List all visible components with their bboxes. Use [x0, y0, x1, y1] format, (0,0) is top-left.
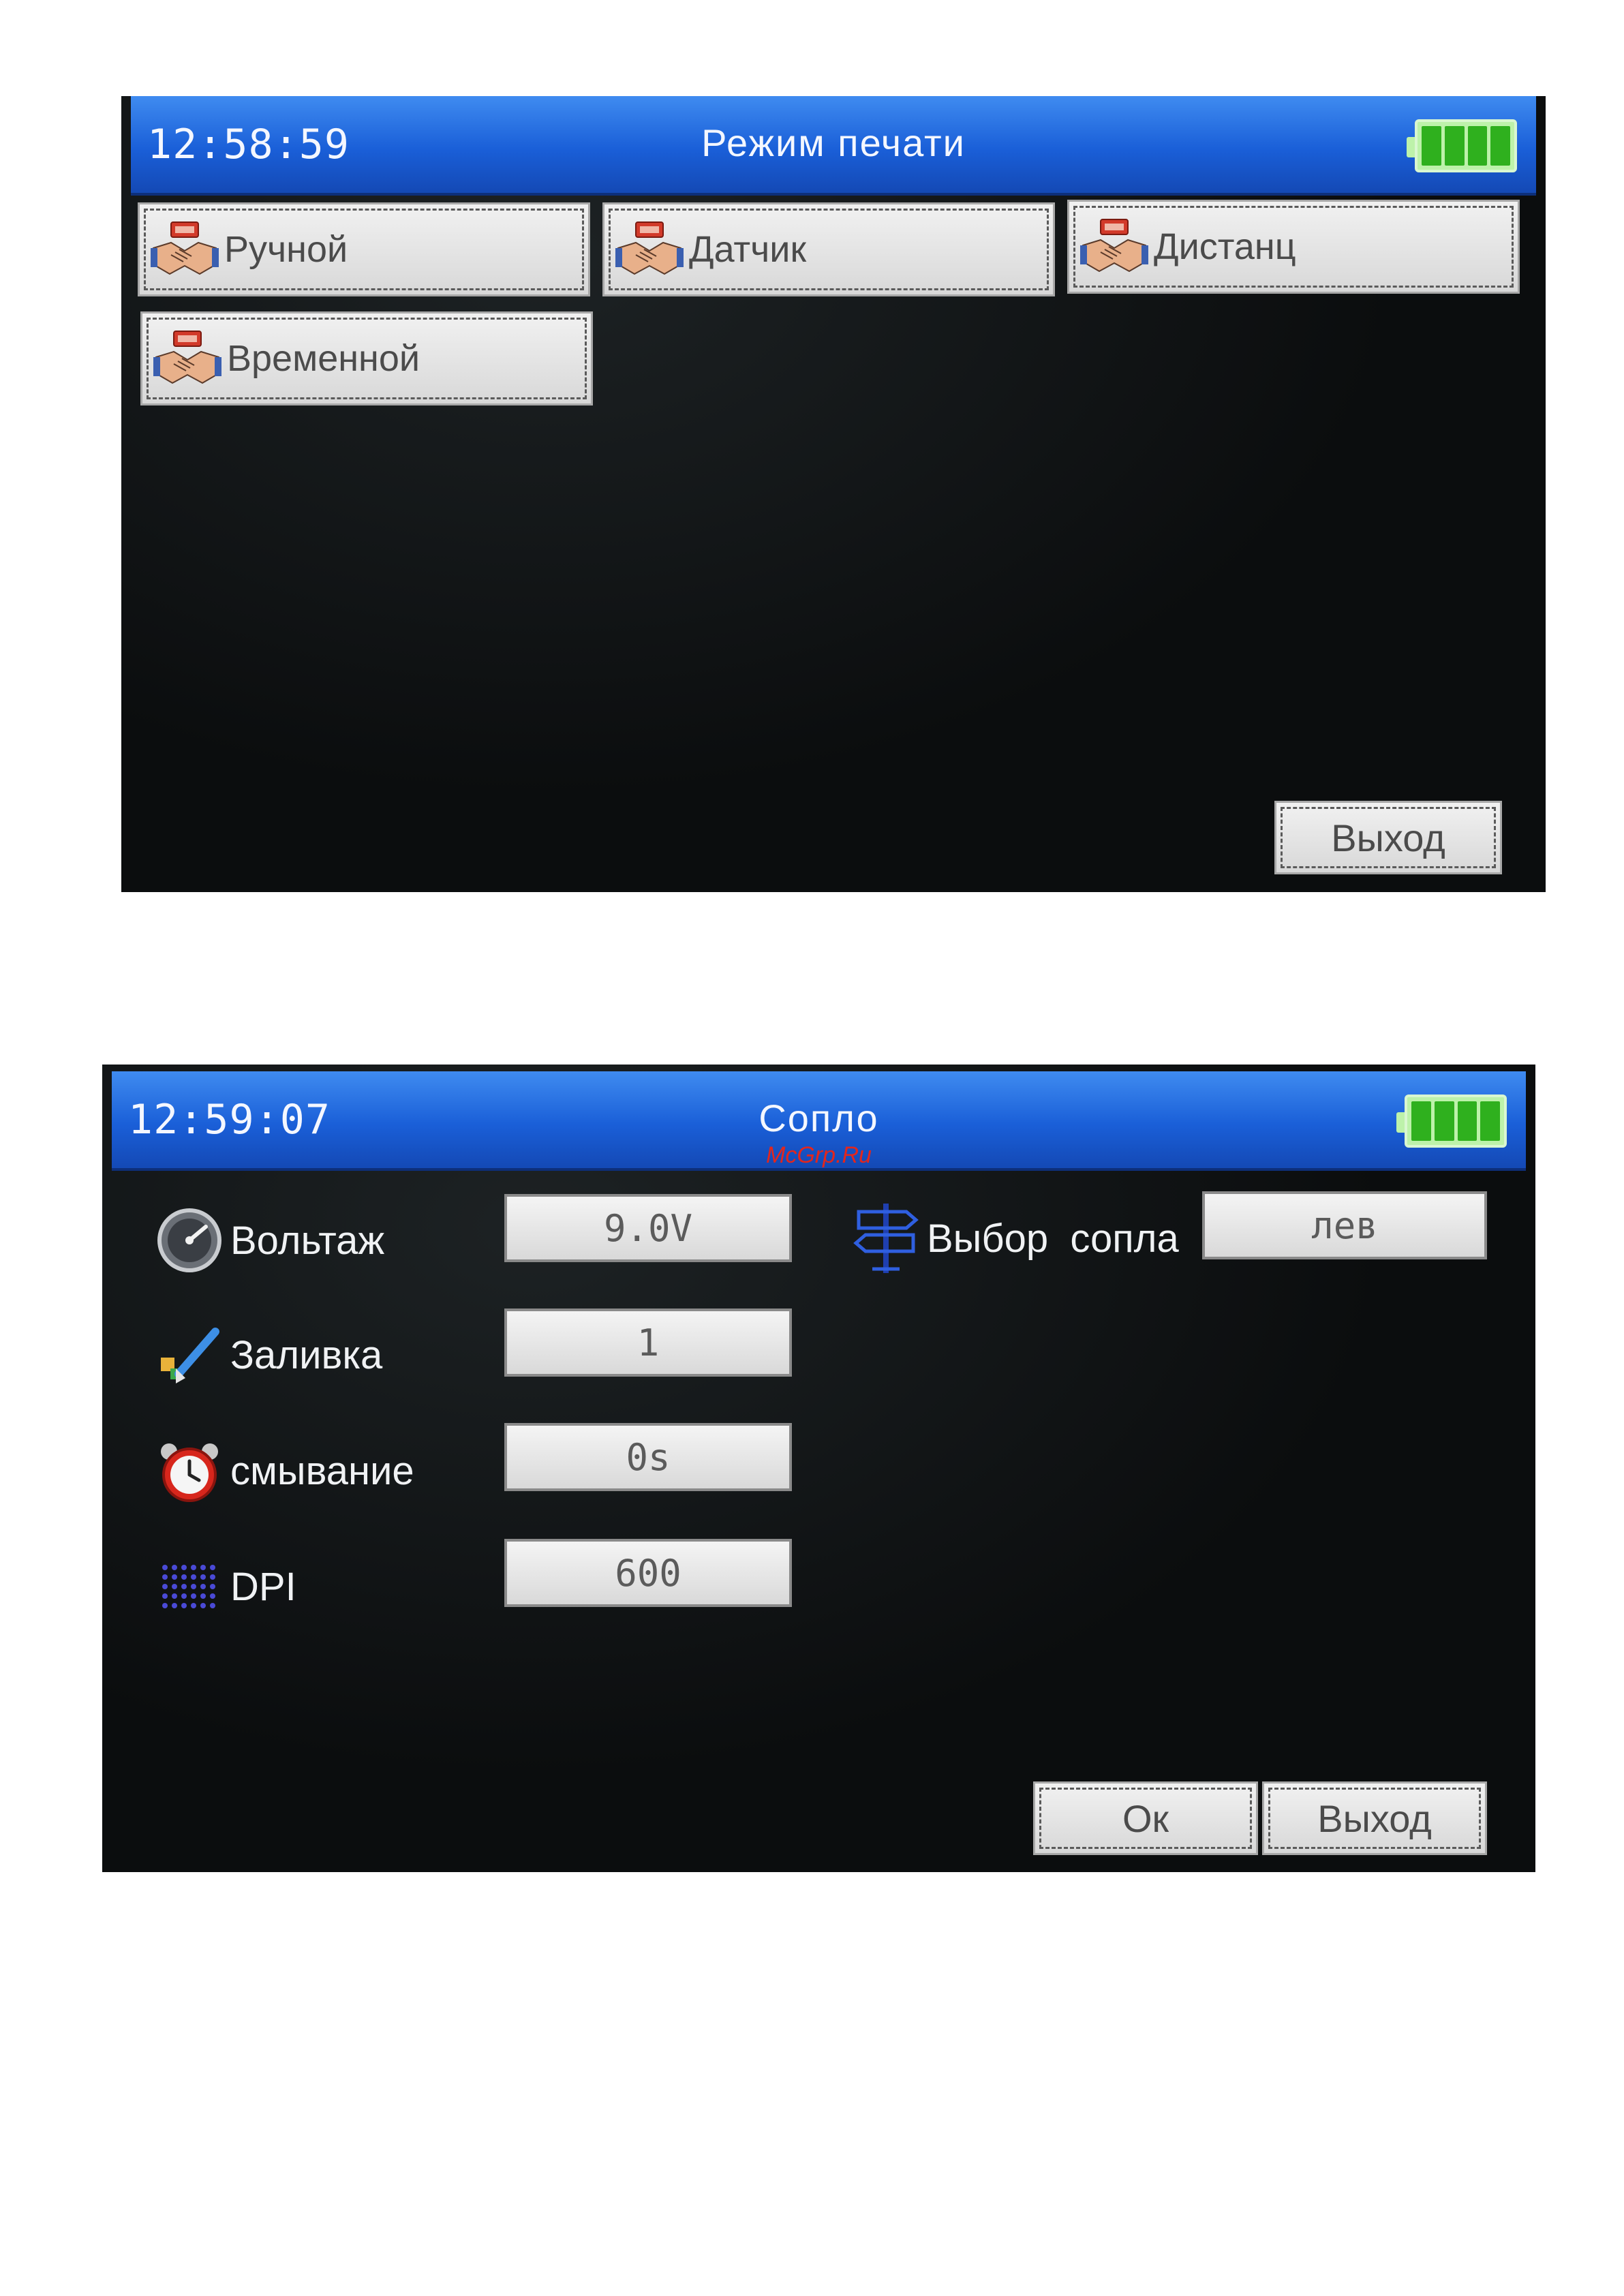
handshake-icon: [615, 221, 684, 278]
battery-icon: [1407, 119, 1517, 172]
page-title: Режим печати: [701, 121, 966, 164]
page-title: Сопло: [759, 1097, 879, 1139]
mode-button-label: Дистанц: [1154, 226, 1296, 267]
voltage-label: Вольтаж: [155, 1206, 384, 1274]
watermark: McGrp.Ru: [766, 1142, 872, 1168]
exit-button-label: Выход: [1331, 816, 1445, 859]
fill-field[interactable]: 1: [504, 1308, 792, 1377]
mode-button-timer[interactable]: Временной: [140, 311, 593, 405]
nozzle-select-label: Выбор сопла: [852, 1201, 1179, 1276]
print-mode-screen: 12:58:59 Режим печати Ручной Датчик Дист…: [121, 96, 1546, 892]
title-bar: 12:58:59 Режим печати: [131, 96, 1536, 196]
exit-button[interactable]: Выход: [1262, 1781, 1487, 1855]
handshake-icon: [153, 330, 221, 387]
handshake-icon: [151, 221, 219, 278]
dpi-label: DPI: [155, 1552, 296, 1621]
mode-button-distance[interactable]: Дистанц: [1067, 200, 1520, 294]
signpost-icon: [853, 1204, 919, 1273]
mode-button-manual[interactable]: Ручной: [138, 202, 590, 296]
mode-button-label: Ручной: [224, 229, 348, 270]
flush-field[interactable]: 0s: [504, 1423, 792, 1491]
dot-grid-icon: [162, 1565, 215, 1608]
mode-button-label: Датчик: [689, 229, 807, 270]
exit-button[interactable]: Выход: [1274, 801, 1502, 874]
mode-button-label: Временной: [227, 338, 420, 379]
gauge-icon: [157, 1208, 221, 1272]
battery-icon: [1396, 1095, 1507, 1148]
nozzle-settings-screen: 12:59:07 Сопло McGrp.Ru Вольтаж 9.0V Зал…: [102, 1065, 1535, 1872]
nozzle-select-field[interactable]: лев: [1202, 1191, 1487, 1259]
mode-button-sensor[interactable]: Датчик: [602, 202, 1055, 296]
ok-button[interactable]: Ок: [1033, 1781, 1258, 1855]
flush-label: смывание: [155, 1437, 414, 1505]
dpi-field[interactable]: 600: [504, 1539, 792, 1607]
alarm-clock-icon: [161, 1443, 218, 1502]
handshake-icon: [1080, 218, 1148, 275]
fill-label: Заливка: [155, 1321, 382, 1389]
ok-button-label: Ок: [1122, 1796, 1169, 1840]
title-bar: 12:59:07 Сопло McGrp.Ru: [112, 1071, 1526, 1171]
exit-button-label: Выход: [1317, 1796, 1432, 1840]
voltage-field[interactable]: 9.0V: [504, 1194, 792, 1262]
paint-brush-icon: [161, 1328, 219, 1383]
